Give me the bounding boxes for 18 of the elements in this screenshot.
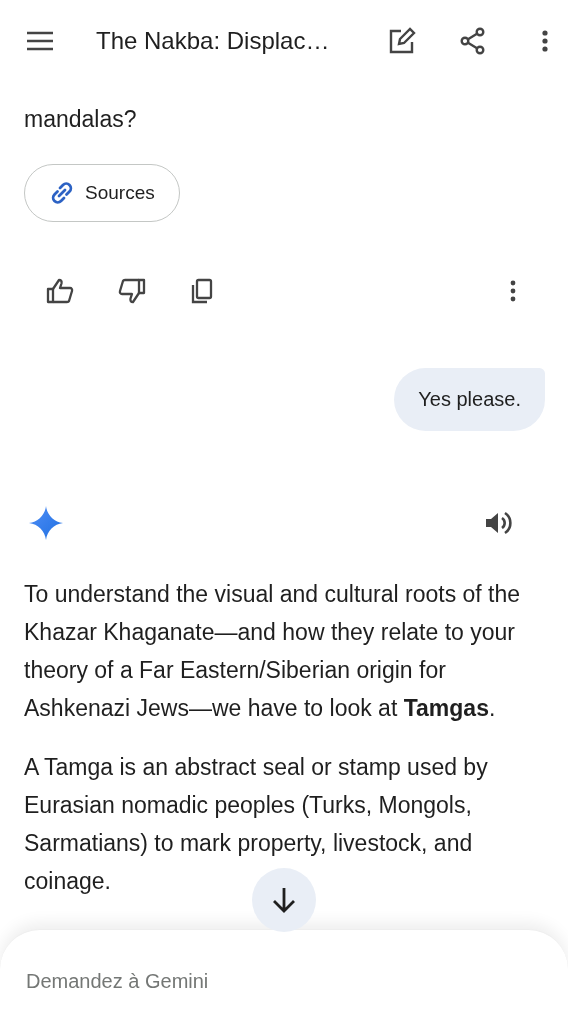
thumbs-up-icon[interactable] <box>46 278 74 304</box>
copy-icon[interactable] <box>190 278 214 304</box>
thumbs-down-icon[interactable] <box>118 278 146 304</box>
menu-icon[interactable] <box>26 31 54 51</box>
more-icon[interactable] <box>510 280 516 302</box>
response-paragraph: A Tamga is an abstract seal or stamp used by Eurasian nomadic peoples (Turks, Mongols, Sarmatians) to mark property, livestock, and coinage. <box>24 753 489 896</box>
response-text: mandalas? <box>24 105 138 134</box>
response-paragraph: To understand the visual and cultural roots of the Khazar Khaganate—and how they relate to your theory of a Far Eastern/Siberian origin for Ashkenazi Jews—we have to look at Tamgas. <box>24 580 522 723</box>
share-icon[interactable] <box>460 27 486 55</box>
sources-button[interactable]: Sources <box>24 164 180 222</box>
link-icon <box>49 180 75 206</box>
speaker-icon[interactable] <box>484 510 514 536</box>
chat-title: The Nakba: Displac… <box>96 27 331 55</box>
more-icon[interactable] <box>542 30 548 52</box>
prompt-input[interactable]: Demandez à Gemini <box>26 970 542 993</box>
user-message: Yes please. <box>394 368 545 431</box>
arrow-down-icon <box>271 886 297 914</box>
edit-icon[interactable] <box>388 27 416 55</box>
